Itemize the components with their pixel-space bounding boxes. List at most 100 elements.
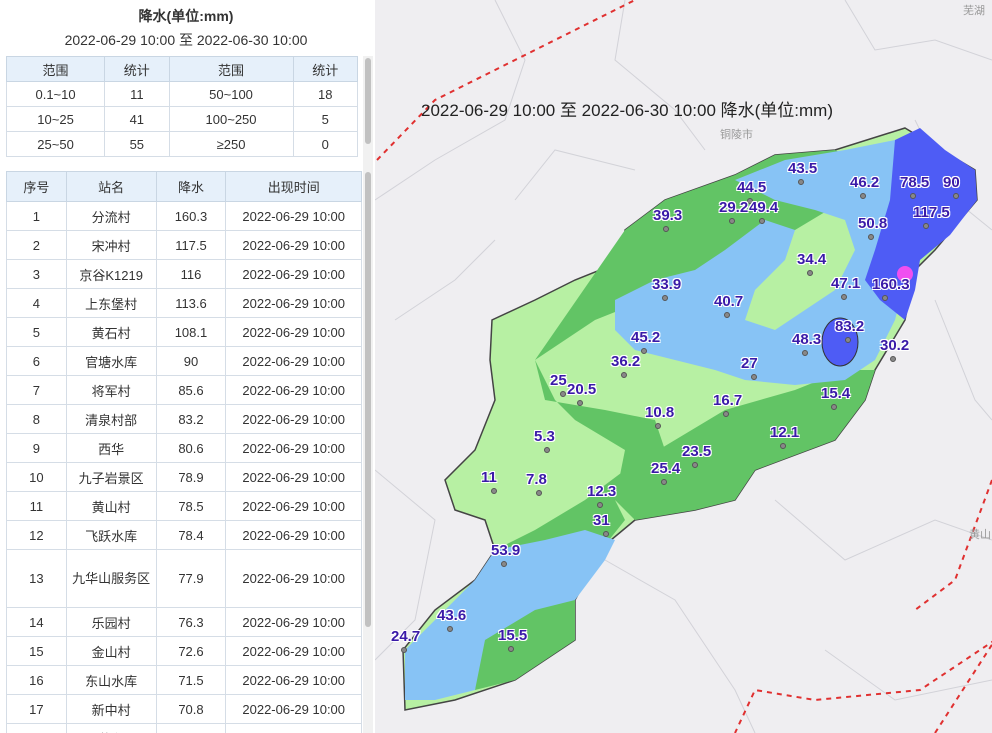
- station-marker[interactable]: [923, 223, 929, 229]
- rainfall-value-label: 44.5: [737, 179, 767, 196]
- rainfall-value-label: 160.3: [872, 276, 910, 293]
- station-cell: 东山水库: [65, 665, 157, 695]
- rainfall-value-label: 49.4: [749, 199, 779, 216]
- station-row[interactable]: 2 宋冲村 117.5 2022-06-29 10:00: [6, 230, 362, 260]
- station-cell: 9: [6, 433, 67, 463]
- station-marker[interactable]: [447, 626, 453, 632]
- station-cell: 18: [6, 723, 67, 733]
- station-marker[interactable]: [729, 218, 735, 224]
- station-marker[interactable]: [661, 479, 667, 485]
- station-marker[interactable]: [662, 295, 668, 301]
- station-cell: 2022-06-29 10:00: [225, 520, 362, 550]
- station-cell: 2022-06-29 10:00: [225, 201, 362, 231]
- rainfall-value-label: 40.7: [714, 293, 744, 310]
- station-marker[interactable]: [910, 193, 916, 199]
- station-cell: 17: [6, 694, 67, 724]
- summary-cell: 5: [292, 106, 359, 132]
- station-marker[interactable]: [953, 193, 959, 199]
- station-cell: 2022-06-29 10:00: [225, 549, 362, 608]
- station-cell: 2: [6, 230, 67, 260]
- station-cell: 15: [6, 636, 67, 666]
- station-row[interactable]: 15 金山村 72.6 2022-06-29 10:00: [6, 636, 362, 666]
- rainfall-value-label: 25.4: [651, 460, 681, 477]
- station-marker[interactable]: [692, 462, 698, 468]
- rainfall-value-label: 83.2: [835, 318, 865, 335]
- station-cell: 77.9: [155, 549, 227, 608]
- station-marker[interactable]: [798, 179, 804, 185]
- station-cell: 11: [6, 491, 67, 521]
- station-marker[interactable]: [723, 411, 729, 417]
- station-row[interactable]: 18花台592022-06-29 10:00: [6, 723, 362, 733]
- station-cell: 2022-06-29 10:00: [225, 607, 362, 637]
- rainfall-value-label: 25: [550, 372, 567, 389]
- station-row[interactable]: 5 黄石村 108.1 2022-06-29 10:00: [6, 317, 362, 347]
- station-row[interactable]: 12 飞跃水库 78.4 2022-06-29 10:00: [6, 520, 362, 550]
- station-marker[interactable]: [807, 270, 813, 276]
- station-marker[interactable]: [508, 646, 514, 652]
- station-cell: 京谷K1219: [65, 259, 157, 289]
- summary-header: 范围: [5, 56, 106, 82]
- rainfall-value-label: 36.2: [611, 353, 641, 370]
- station-row[interactable]: 16 东山水库 71.5 2022-06-29 10:00: [6, 665, 362, 695]
- station-marker[interactable]: [491, 488, 497, 494]
- station-marker[interactable]: [655, 423, 661, 429]
- station-row[interactable]: 7 将军村 85.6 2022-06-29 10:00: [6, 375, 362, 405]
- station-marker[interactable]: [603, 531, 609, 537]
- station-marker[interactable]: [780, 443, 786, 449]
- station-cell: 5: [6, 317, 67, 347]
- station-row[interactable]: 13 九华山服务区 77.9 2022-06-29 10:00: [6, 549, 362, 608]
- summary-cell: 41: [104, 106, 170, 132]
- station-row[interactable]: 3 京谷K1219 116 2022-06-29 10:00: [6, 259, 362, 289]
- station-cell: 90: [155, 346, 227, 376]
- station-marker[interactable]: [560, 391, 566, 397]
- station-marker[interactable]: [882, 295, 888, 301]
- station-marker[interactable]: [845, 337, 851, 343]
- station-cell: 2022-06-29 10:00: [225, 491, 362, 521]
- station-row[interactable]: 6 官塘水库 90 2022-06-29 10:00: [6, 346, 362, 376]
- rainfall-value-label: 90: [943, 174, 960, 191]
- rainfall-value-label: 43.5: [788, 160, 818, 177]
- station-header: 出现时间: [225, 171, 362, 202]
- station-marker[interactable]: [621, 372, 627, 378]
- station-cell: 新中村: [65, 694, 157, 724]
- station-row[interactable]: 14 乐园村 76.3 2022-06-29 10:00: [6, 607, 362, 637]
- table-scrollbar-thumb[interactable]: [365, 172, 371, 627]
- station-row[interactable]: 1 分流村 160.3 2022-06-29 10:00: [6, 201, 362, 231]
- summary-cell: 0.1~10: [5, 81, 106, 107]
- station-row[interactable]: 9 西华 80.6 2022-06-29 10:00: [6, 433, 362, 463]
- station-marker[interactable]: [831, 404, 837, 410]
- summary-cell: 50~100: [168, 81, 294, 107]
- station-row[interactable]: 8 清泉村部 83.2 2022-06-29 10:00: [6, 404, 362, 434]
- station-marker[interactable]: [577, 400, 583, 406]
- station-cell: 16: [6, 665, 67, 695]
- station-cell: 2022-06-29 10:00: [225, 636, 362, 666]
- station-row[interactable]: 10 九子岩景区 78.9 2022-06-29 10:00: [6, 462, 362, 492]
- station-row[interactable]: 17 新中村 70.8 2022-06-29 10:00: [6, 694, 362, 724]
- rainfall-value-label: 50.8: [858, 215, 888, 232]
- station-marker[interactable]: [860, 193, 866, 199]
- station-marker[interactable]: [759, 218, 765, 224]
- station-marker[interactable]: [641, 348, 647, 354]
- station-marker[interactable]: [751, 374, 757, 380]
- station-marker[interactable]: [501, 561, 507, 567]
- station-marker[interactable]: [401, 647, 407, 653]
- rainfall-value-label: 12.3: [587, 483, 617, 500]
- station-marker[interactable]: [536, 490, 542, 496]
- rainfall-value-label: 10.8: [645, 404, 675, 421]
- station-marker[interactable]: [663, 226, 669, 232]
- station-cell: 13: [6, 549, 67, 608]
- station-marker[interactable]: [868, 234, 874, 240]
- station-cell: 上东堡村: [65, 288, 157, 318]
- summary-scrollbar-thumb[interactable]: [365, 58, 371, 144]
- station-cell: 72.6: [155, 636, 227, 666]
- station-marker[interactable]: [544, 447, 550, 453]
- station-row[interactable]: 11 黄山村 78.5 2022-06-29 10:00: [6, 491, 362, 521]
- station-marker[interactable]: [597, 502, 603, 508]
- precipitation-map[interactable]: 2022-06-29 10:00 至 2022-06-30 10:00 降水(单…: [375, 0, 992, 733]
- station-marker[interactable]: [802, 350, 808, 356]
- station-marker[interactable]: [890, 356, 896, 362]
- station-cell: 宋冲村: [65, 230, 157, 260]
- station-marker[interactable]: [841, 294, 847, 300]
- station-row[interactable]: 4 上东堡村 113.6 2022-06-29 10:00: [6, 288, 362, 318]
- station-marker[interactable]: [724, 312, 730, 318]
